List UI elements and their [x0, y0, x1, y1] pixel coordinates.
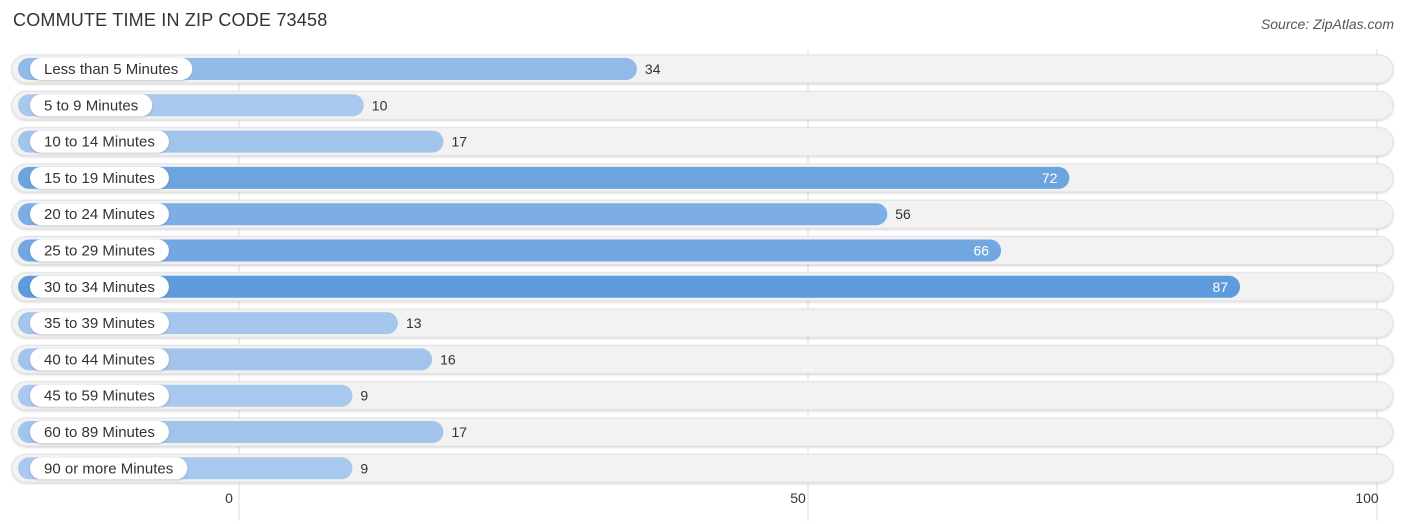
value-label: 17 [451, 424, 467, 440]
bar-row: 35 to 39 Minutes 13 [11, 308, 1394, 338]
category-label: 15 to 19 Minutes [30, 166, 169, 189]
value-label: 13 [406, 315, 422, 331]
value-label: 34 [645, 61, 661, 77]
category-label: 20 to 24 Minutes [30, 203, 169, 226]
category-label: 60 to 89 Minutes [30, 421, 169, 443]
category-label-text: 15 to 19 Minutes [44, 170, 155, 187]
bar[interactable] [18, 275, 1241, 298]
category-label-text: 90 or more Minutes [44, 460, 173, 477]
bar-row: 90 or more Minutes 9 [11, 453, 1394, 483]
bar-row: Less than 5 Minutes 34 [11, 54, 1394, 84]
category-label: 30 to 34 Minutes [30, 275, 169, 298]
bar-row: 40 to 44 Minutes 16 [11, 344, 1394, 374]
category-label: 5 to 9 Minutes [30, 94, 153, 117]
category-label-text: 5 to 9 Minutes [44, 97, 138, 114]
category-label-text: 20 to 24 Minutes [44, 206, 155, 223]
value-label: 16 [440, 351, 456, 367]
value-label: 10 [372, 97, 388, 113]
category-label: 90 or more Minutes [30, 457, 188, 480]
value-label: 9 [360, 460, 368, 476]
x-tick-label: 0 [225, 490, 233, 506]
category-label-text: 30 to 34 Minutes [44, 279, 155, 296]
value-label: 66 [974, 243, 990, 259]
category-label-text: 10 to 14 Minutes [44, 134, 155, 151]
bar-row: 25 to 29 Minutes 66 [11, 236, 1394, 265]
category-label-text: 40 to 44 Minutes [44, 351, 155, 368]
bar-chart: Less than 5 Minutes 34 5 to 9 Minutes 10 10 … [11, 49, 1394, 521]
bar-row: 20 to 24 Minutes 56 [11, 199, 1394, 229]
bar-row: 15 to 19 Minutes 72 [11, 163, 1394, 193]
category-label: 35 to 39 Minutes [30, 312, 169, 335]
bar-row: 10 to 14 Minutes 17 [11, 127, 1394, 157]
category-label: 40 to 44 Minutes [30, 348, 169, 371]
category-label-text: 45 to 59 Minutes [44, 388, 155, 405]
bar-row: 60 to 89 Minutes 17 [11, 417, 1394, 447]
category-label: 45 to 59 Minutes [30, 384, 169, 407]
value-label: 17 [451, 134, 467, 150]
x-tick-label: 50 [790, 490, 806, 506]
category-label: 25 to 29 Minutes [30, 239, 169, 262]
category-label: Less than 5 Minutes [30, 58, 193, 80]
category-label: 10 to 14 Minutes [30, 130, 169, 153]
x-tick-label: 100 [1355, 490, 1379, 506]
value-label: 56 [895, 206, 911, 222]
category-label-text: 35 to 39 Minutes [44, 315, 155, 332]
bar-row: 5 to 9 Minutes 10 [11, 90, 1394, 120]
value-label: 87 [1212, 279, 1228, 295]
value-label: 72 [1042, 170, 1058, 186]
bar-row: 30 to 34 Minutes 87 [11, 272, 1394, 302]
bar-row: 45 to 59 Minutes 9 [11, 381, 1394, 411]
category-label-text: 60 to 89 Minutes [44, 424, 155, 441]
value-label: 9 [360, 388, 368, 404]
bar[interactable] [18, 166, 1070, 189]
category-label-text: Less than 5 Minutes [44, 61, 178, 78]
category-label-text: 25 to 29 Minutes [44, 243, 155, 260]
